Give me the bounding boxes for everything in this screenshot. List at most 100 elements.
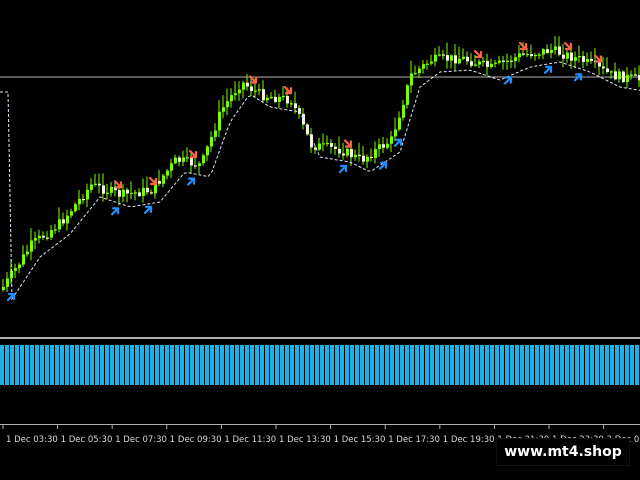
histogram-bar: [205, 345, 209, 385]
candle-body: [214, 130, 217, 137]
candlestick-canvas[interactable]: [0, 0, 640, 337]
candle-body: [54, 229, 57, 231]
candle-body: [430, 61, 433, 64]
price-chart[interactable]: 1 Dec 03:30 1 Dec 05:30 1 Dec 07:30 1 Dec 0…: [0, 0, 640, 480]
moving-average-line: [0, 61, 640, 301]
histogram-bar: [25, 345, 29, 385]
candle-body: [274, 96, 277, 102]
candle-body: [502, 60, 505, 62]
arrow-down-right-icon: [593, 54, 603, 63]
histogram-bar: [480, 345, 484, 385]
candle-body: [290, 103, 293, 105]
candle-body: [558, 46, 561, 55]
candle-body: [74, 204, 77, 212]
arrow-up-right-icon: [110, 207, 120, 216]
histogram-bar: [590, 345, 594, 385]
time-axis-label: 1 Dec 15:30: [334, 435, 386, 445]
histogram-bar: [215, 345, 219, 385]
candle-body: [466, 56, 469, 62]
candle-body: [174, 157, 177, 164]
candle-body: [270, 96, 273, 99]
histogram-bar: [190, 345, 194, 385]
histogram-bar: [455, 345, 459, 385]
histogram-bar: [565, 345, 569, 385]
histogram-bar: [155, 345, 159, 385]
histogram-bar: [625, 345, 629, 385]
histogram-bar: [425, 345, 429, 385]
histogram-bar: [305, 345, 309, 385]
histogram-bar: [250, 345, 254, 385]
candle-body: [126, 189, 129, 194]
histogram-bar: [635, 345, 639, 385]
sell-signal-arrow-icon: [563, 41, 573, 51]
candle-body: [406, 85, 409, 105]
histogram-bar: [180, 345, 184, 385]
candle-body: [238, 89, 241, 94]
candle-body: [514, 57, 517, 62]
candle-body: [206, 146, 209, 156]
histogram-bar: [595, 345, 599, 385]
candle-body: [538, 54, 541, 56]
histogram-bar: [265, 345, 269, 385]
histogram-bar: [440, 345, 444, 385]
candle-body: [414, 73, 417, 75]
candle-body: [246, 82, 249, 87]
candle-body: [570, 52, 573, 61]
histogram-bar: [470, 345, 474, 385]
histogram-bar: [580, 345, 584, 385]
candle-body: [530, 53, 533, 57]
candle-body: [222, 107, 225, 112]
candle-body: [254, 90, 257, 92]
candle-body: [178, 157, 181, 162]
histogram-bar: [30, 345, 34, 385]
candle-body: [358, 154, 361, 156]
histogram-bar: [105, 345, 109, 385]
arrow-down-right-icon: [283, 86, 293, 95]
histogram-bar: [495, 345, 499, 385]
histogram-bar: [320, 345, 324, 385]
buy-signal-arrow-icon: [143, 205, 153, 214]
candle-body: [234, 93, 237, 96]
histogram-bar: [145, 345, 149, 385]
candle-body: [6, 278, 9, 287]
histogram-indicator-panel[interactable]: [0, 339, 640, 424]
sell-signal-arrow-icon: [343, 139, 353, 148]
histogram-bar: [220, 345, 224, 385]
candle-body: [118, 190, 121, 197]
histogram-bar: [160, 345, 164, 385]
arrow-down-right-icon: [343, 139, 353, 148]
histogram-bar: [600, 345, 604, 385]
candle-body: [266, 97, 269, 101]
candle-body: [78, 198, 81, 205]
time-axis-label: 1 Dec 07:30: [115, 435, 167, 445]
histogram-bar: [185, 345, 189, 385]
arrow-down-right-icon: [473, 49, 483, 59]
candle-body: [634, 74, 637, 76]
histogram-bar: [15, 345, 19, 385]
histogram-bar: [245, 345, 249, 385]
candle-body: [38, 235, 41, 239]
histogram-bar: [270, 345, 274, 385]
candle-body: [614, 71, 617, 80]
histogram-bar: [435, 345, 439, 385]
arrow-up-right-icon: [393, 138, 403, 147]
histogram-bar: [75, 345, 79, 385]
candle-body: [610, 71, 613, 73]
histogram-bar: [35, 345, 39, 385]
histogram-bar: [545, 345, 549, 385]
main-price-panel[interactable]: [0, 0, 640, 337]
histogram-bar: [290, 345, 294, 385]
histogram-bar: [570, 345, 574, 385]
histogram-bar: [55, 345, 59, 385]
candle-body: [362, 155, 365, 162]
candle-body: [98, 183, 101, 186]
candle-body: [366, 156, 369, 162]
buy-signal-arrow-icon: [338, 164, 348, 174]
histogram-bar: [85, 345, 89, 385]
candle-body: [130, 192, 133, 195]
histogram-bar: [280, 345, 284, 385]
arrow-up-right-icon: [378, 161, 388, 170]
candle-body: [630, 74, 633, 76]
candle-body: [62, 219, 65, 224]
histogram-bar: [130, 345, 134, 385]
